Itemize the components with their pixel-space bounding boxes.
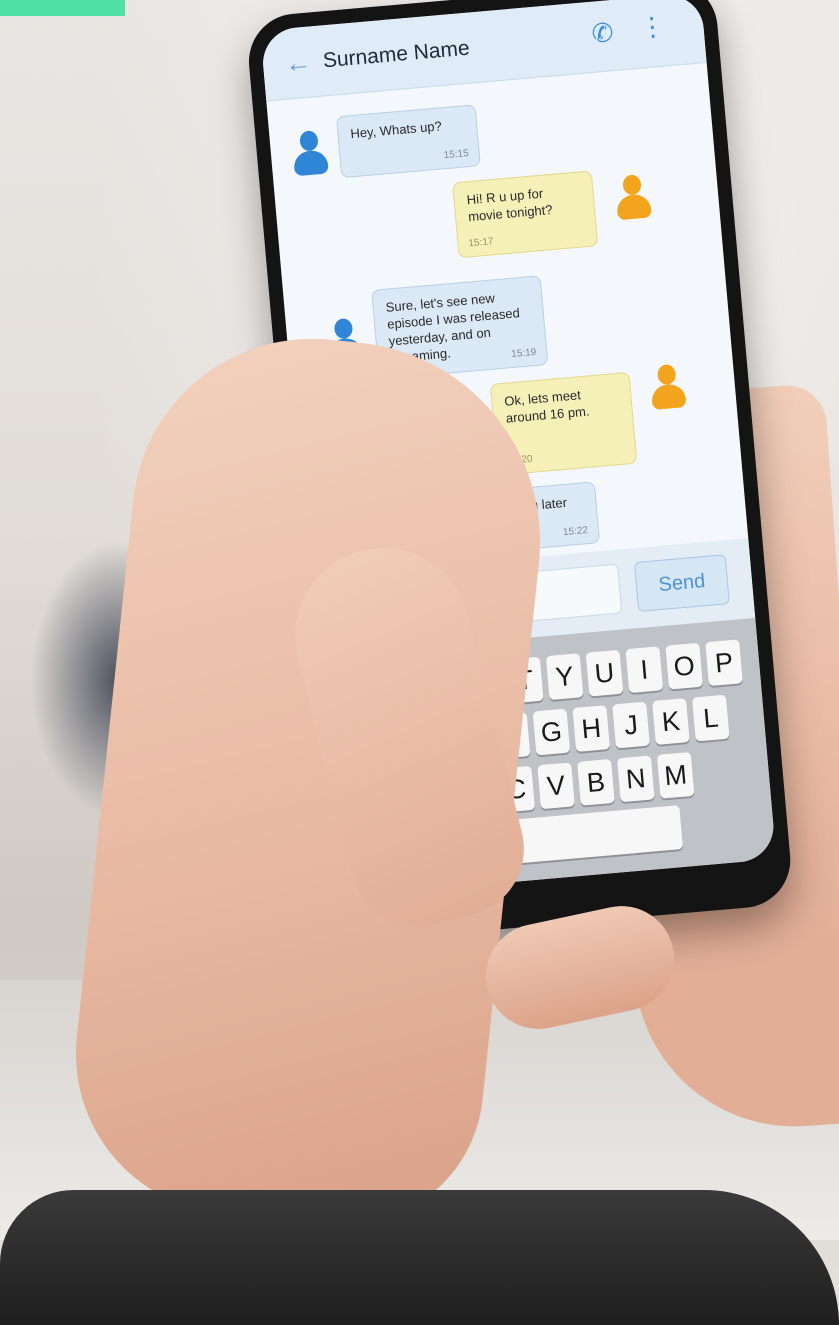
key[interactable]: L xyxy=(691,694,730,742)
more-vertical-icon[interactable]: ⋮ xyxy=(638,10,667,42)
key[interactable]: U xyxy=(585,649,624,697)
dark-sleeve xyxy=(0,1190,839,1325)
key[interactable]: N xyxy=(616,755,655,803)
key[interactable]: I xyxy=(625,646,664,694)
user-avatar xyxy=(649,363,687,410)
message-text: Hi! R u up for movie tonight? xyxy=(466,185,554,225)
phone-icon[interactable]: ✆ xyxy=(590,17,614,49)
send-button[interactable]: Send xyxy=(633,554,730,612)
message-time: 15:19 xyxy=(510,346,537,361)
message-time: 15:22 xyxy=(562,525,589,539)
contact-name: Surname Name xyxy=(322,36,471,73)
message-bubble: Hey, Whats up? 15:15 xyxy=(335,104,481,179)
back-arrow-icon[interactable]: ← xyxy=(284,46,313,78)
message-time: 15:15 xyxy=(443,148,470,162)
key[interactable]: O xyxy=(665,642,704,690)
key[interactable]: J xyxy=(612,701,650,749)
key[interactable]: V xyxy=(537,762,575,810)
key[interactable]: M xyxy=(656,751,695,799)
message-time: 15:17 xyxy=(468,236,494,250)
message-text: Ok, lets meet around 16 pm. xyxy=(503,387,591,426)
key[interactable]: Y xyxy=(545,653,584,701)
key[interactable]: K xyxy=(652,698,690,745)
corner-tag xyxy=(0,0,125,16)
message-text: Hey, Whats up? xyxy=(349,118,443,142)
key[interactable]: P xyxy=(705,639,743,687)
contact-avatar xyxy=(291,129,329,177)
chat-header: ← Surname Name ✆ ⋮ xyxy=(260,0,707,102)
key[interactable]: G xyxy=(532,708,571,756)
key[interactable]: B xyxy=(577,758,615,806)
user-avatar xyxy=(614,173,652,221)
message-bubble: Hi! R u up for movie tonight? 15:17 xyxy=(452,170,599,259)
key[interactable]: H xyxy=(572,705,611,752)
